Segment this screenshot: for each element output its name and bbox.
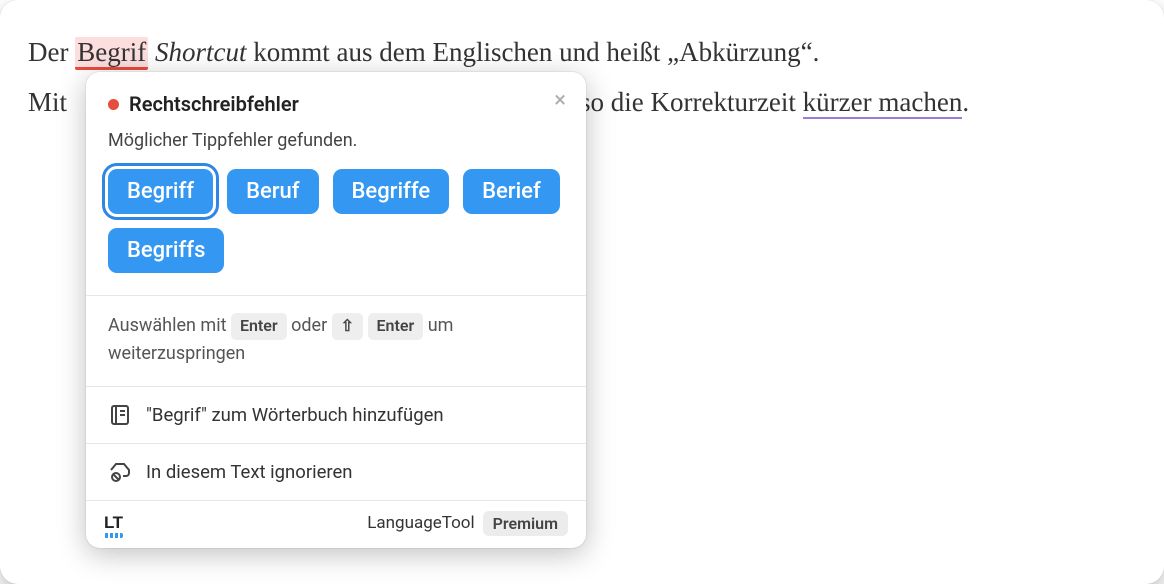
dictionary-icon xyxy=(108,403,132,427)
languagetool-logo[interactable]: LT xyxy=(104,513,123,533)
popup-title-row: Rechtschreibfehler xyxy=(108,92,564,116)
close-button[interactable]: × xyxy=(554,90,566,112)
popup-header: Rechtschreibfehler × xyxy=(86,72,586,122)
suggestion-chip[interactable]: Berief xyxy=(463,169,560,214)
suggestion-chip[interactable]: Begriffe xyxy=(333,169,450,214)
italic-text: Shortcut xyxy=(155,37,247,67)
style-error-highlight[interactable]: kürzer machen xyxy=(803,87,963,119)
suggestions-list: Begriff Beruf Begriffe Berief Begriffs xyxy=(86,165,586,295)
keyboard-hint: Auswählen mit Enter oder ⇧ Enter um weit… xyxy=(86,296,586,386)
popup-footer: LT LanguageTool Premium xyxy=(86,501,586,548)
text-frag: Mit xyxy=(28,87,74,117)
text-frag: . xyxy=(962,87,969,117)
hint-text: Auswählen mit xyxy=(108,315,231,336)
text-frag: also die Korrekturzeit xyxy=(554,87,803,117)
ignore-button[interactable]: In diesem Text ignorieren xyxy=(86,444,586,500)
spelling-error-highlight[interactable]: Begrif xyxy=(75,37,148,70)
kbd-shift: ⇧ xyxy=(332,313,363,340)
ignore-icon xyxy=(108,460,132,484)
error-dot-icon xyxy=(108,99,119,110)
editor-page: Der Begrif Shortcut kommt aus dem Englis… xyxy=(0,0,1164,584)
correction-popup: Rechtschreibfehler × Möglicher Tippfehle… xyxy=(86,72,586,548)
text-frag: Der xyxy=(28,37,75,67)
ignore-label: In diesem Text ignorieren xyxy=(146,461,353,483)
text-frag: kommt aus dem Englischen und heißt „Abkü… xyxy=(246,37,819,67)
suggestion-chip[interactable]: Begriff xyxy=(108,169,213,214)
add-to-dictionary-button[interactable]: "Begrif" zum Wörterbuch hinzufügen xyxy=(86,387,586,443)
footer-brand-label: LanguageTool xyxy=(367,513,474,533)
popup-title: Rechtschreibfehler xyxy=(129,92,299,116)
kbd-enter: Enter xyxy=(368,313,424,340)
kbd-enter: Enter xyxy=(231,313,287,340)
text-frag xyxy=(148,37,155,67)
suggestion-chip[interactable]: Beruf xyxy=(227,169,318,214)
popup-subtitle: Möglicher Tippfehler gefunden. xyxy=(86,122,586,165)
add-to-dictionary-label: "Begrif" zum Wörterbuch hinzufügen xyxy=(146,404,444,426)
hint-text: oder xyxy=(291,315,332,336)
premium-badge[interactable]: Premium xyxy=(483,511,568,536)
suggestion-chip[interactable]: Begriffs xyxy=(108,228,224,273)
